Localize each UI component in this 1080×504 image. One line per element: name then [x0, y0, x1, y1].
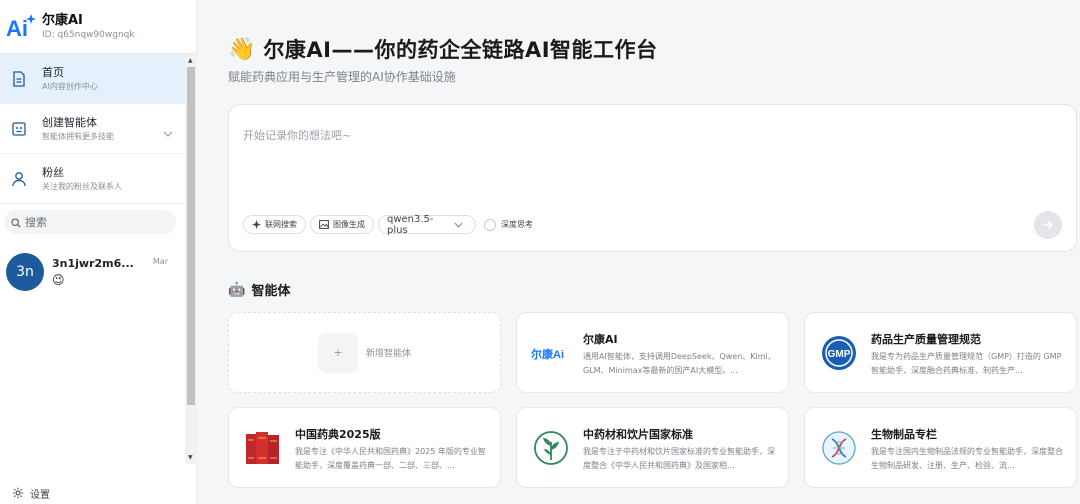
- sidebar-scrollbar[interactable]: ▲ ▼: [185, 54, 197, 464]
- gear-icon: [12, 484, 24, 503]
- agent-card-title: 生物制品专栏: [871, 428, 937, 441]
- arrow-right-icon: [1043, 220, 1054, 230]
- sparkle-icon: [252, 220, 261, 229]
- agent-card-title: 尔康AI: [583, 333, 618, 346]
- scroll-down-arrow-icon[interactable]: ▼: [188, 454, 193, 461]
- composer: 开始记录你的想法吧~ 联网搜索 图像生成 qwen3.5-plus 深度思考: [228, 104, 1077, 252]
- chevron-down-icon: [454, 222, 463, 227]
- sidebar-nav: 首页 AI内容创作中心 创建智能体 智能体拥有更多技能 粉丝 关注我的粉丝及联系…: [0, 54, 185, 204]
- agent-card-pharmacopoeia[interactable]: 中国药典2025版 我是专注《中华人民共和国药典》2025 年版的专业智能助手，…: [228, 407, 501, 488]
- sidebar-item-title: 首页: [42, 65, 64, 79]
- scrollbar-thumb[interactable]: [187, 67, 195, 405]
- robot-face-icon: 🤖: [228, 281, 246, 298]
- sidebar-item-subtitle: AI内容创作中心: [42, 81, 98, 91]
- composer-toolbar: 联网搜索 图像生成 qwen3.5-plus 深度思考: [243, 213, 533, 236]
- book-icon: [241, 426, 285, 470]
- brand-id: ID: q65nqw90wgnqk: [42, 29, 135, 40]
- agents-section-title: 🤖 智能体: [228, 280, 291, 300]
- model-select[interactable]: qwen3.5-plus: [378, 213, 476, 236]
- erkang-logo-text: 尔康Ai: [531, 347, 564, 361]
- scroll-up-arrow-icon[interactable]: ▲: [188, 57, 193, 64]
- agent-card-description: 通用AI智能体，支持调用DeepSeek、Qwen、Kimi、GLM、Minim…: [583, 352, 776, 375]
- avatar: 3n: [6, 253, 44, 291]
- composer-input[interactable]: 开始记录你的想法吧~: [243, 127, 351, 143]
- gmp-badge-text: GMP: [828, 349, 851, 360]
- waving-hand-icon: 👋: [228, 36, 256, 62]
- agent-card-gmp[interactable]: GMP 药品生产质量管理规范 我是专为药品生产质量管理规范（GMP）打造的 GM…: [804, 312, 1077, 393]
- sidebar-item-home[interactable]: 首页 AI内容创作中心: [0, 54, 185, 104]
- search-placeholder: 搜索: [25, 216, 47, 229]
- agent-card-description: 我是专注于中药材和饮片国家标准的专业智能助手，深度整合《中华人民共和国药典》及国…: [583, 447, 775, 470]
- agent-card-title: 中药材和饮片国家标准: [583, 428, 693, 441]
- agent-card-biologics[interactable]: 生物制品专栏 我是专注国内生物制品法规的专业智能助手，深度整合生物制品研发、注册…: [804, 407, 1077, 488]
- web-search-button[interactable]: 联网搜索: [243, 215, 306, 234]
- sidebar-item-title: 创建智能体: [42, 115, 97, 129]
- agent-card-title: 药品生产质量管理规范: [871, 333, 981, 346]
- deep-think-checkbox[interactable]: [484, 218, 496, 231]
- conversation-last-message: 😉: [52, 273, 65, 287]
- svg-text:Ai: Ai: [6, 16, 28, 41]
- sidebar-item-subtitle: 智能体拥有更多技能: [42, 131, 114, 141]
- add-agent-card[interactable]: + 新增智能体: [228, 312, 501, 393]
- sidebar-item-create-agent[interactable]: 创建智能体 智能体拥有更多技能: [0, 104, 185, 154]
- conversation-date: Mar: [152, 257, 168, 266]
- gmp-badge-icon: GMP: [817, 331, 861, 375]
- chevron-down-icon[interactable]: [163, 122, 173, 141]
- add-agent-label: 新增智能体: [365, 349, 411, 359]
- send-button[interactable]: [1034, 211, 1062, 239]
- sidebar: Ai 尔康AI ID: q65nqw90wgnqk 首页 AI内容创作中心 创建…: [0, 0, 197, 504]
- model-select-value: qwen3.5-plus: [387, 213, 434, 236]
- page-title-text: 尔康AI——你的药企全链路AI智能工作台: [263, 38, 658, 62]
- search-icon: [11, 213, 21, 232]
- page-subtitle: 赋能药典应用与生产管理的AI协作基础设施: [228, 70, 456, 84]
- brand-header: Ai 尔康AI ID: q65nqw90wgnqk: [0, 0, 196, 54]
- conversation-name: 3n1jwr2m6...: [52, 257, 134, 270]
- image-icon: [319, 220, 329, 229]
- sidebar-item-subtitle: 关注我的粉丝及联系人: [42, 181, 122, 191]
- agent-card-herbal-standards[interactable]: 中药材和饮片国家标准 我是专注于中药材和饮片国家标准的专业智能助手，深度整合《中…: [516, 407, 789, 488]
- search-input[interactable]: 搜索: [4, 210, 176, 234]
- agent-card-erkang[interactable]: 尔康Ai 尔康AI 通用AI智能体，支持调用DeepSeek、Qwen、Kimi…: [516, 312, 789, 393]
- deep-think-label: 深度思考: [501, 220, 533, 229]
- agents-section-label: 智能体: [251, 284, 291, 299]
- dna-icon: [817, 426, 861, 470]
- agent-card-description: 我是专为药品生产质量管理规范（GMP）打造的 GMP 智能助手，深度融合药典标准…: [871, 352, 1062, 375]
- brand-logo-icon: Ai: [6, 12, 36, 42]
- main-content: 👋 尔康AI——你的药企全链路AI智能工作台 赋能药典应用与生产管理的AI协作基…: [198, 0, 1080, 504]
- image-gen-button[interactable]: 图像生成: [310, 215, 374, 234]
- settings-label: 设置: [30, 490, 50, 501]
- image-gen-label: 图像生成: [333, 220, 365, 229]
- robot-icon: [11, 121, 27, 137]
- agent-card-description: 我是专注《中华人民共和国药典》2025 年版的专业智能助手，深度覆盖药典一部、二…: [295, 447, 486, 470]
- sidebar-item-fans[interactable]: 粉丝 关注我的粉丝及联系人: [0, 154, 185, 204]
- conversation-item[interactable]: 3n 3n1jwr2m6... 😉 Mar: [6, 252, 182, 292]
- plus-icon: +: [317, 332, 358, 373]
- erkang-logo-icon: 尔康Ai: [529, 331, 573, 375]
- brand-name: 尔康AI: [42, 12, 83, 28]
- deep-think-toggle[interactable]: 深度思考: [484, 218, 533, 231]
- settings-button[interactable]: 设置: [12, 484, 50, 503]
- agent-card-description: 我是专注国内生物制品法规的专业智能助手，深度整合生物制品研发、注册、生产、检验、…: [871, 447, 1063, 470]
- document-icon: [11, 70, 27, 87]
- agent-card-title: 中国药典2025版: [295, 428, 381, 441]
- page-title: 👋 尔康AI——你的药企全链路AI智能工作台: [228, 34, 658, 64]
- sidebar-item-title: 粉丝: [42, 165, 64, 179]
- user-icon: [11, 171, 27, 187]
- herb-icon: [529, 426, 573, 470]
- web-search-label: 联网搜索: [265, 220, 297, 229]
